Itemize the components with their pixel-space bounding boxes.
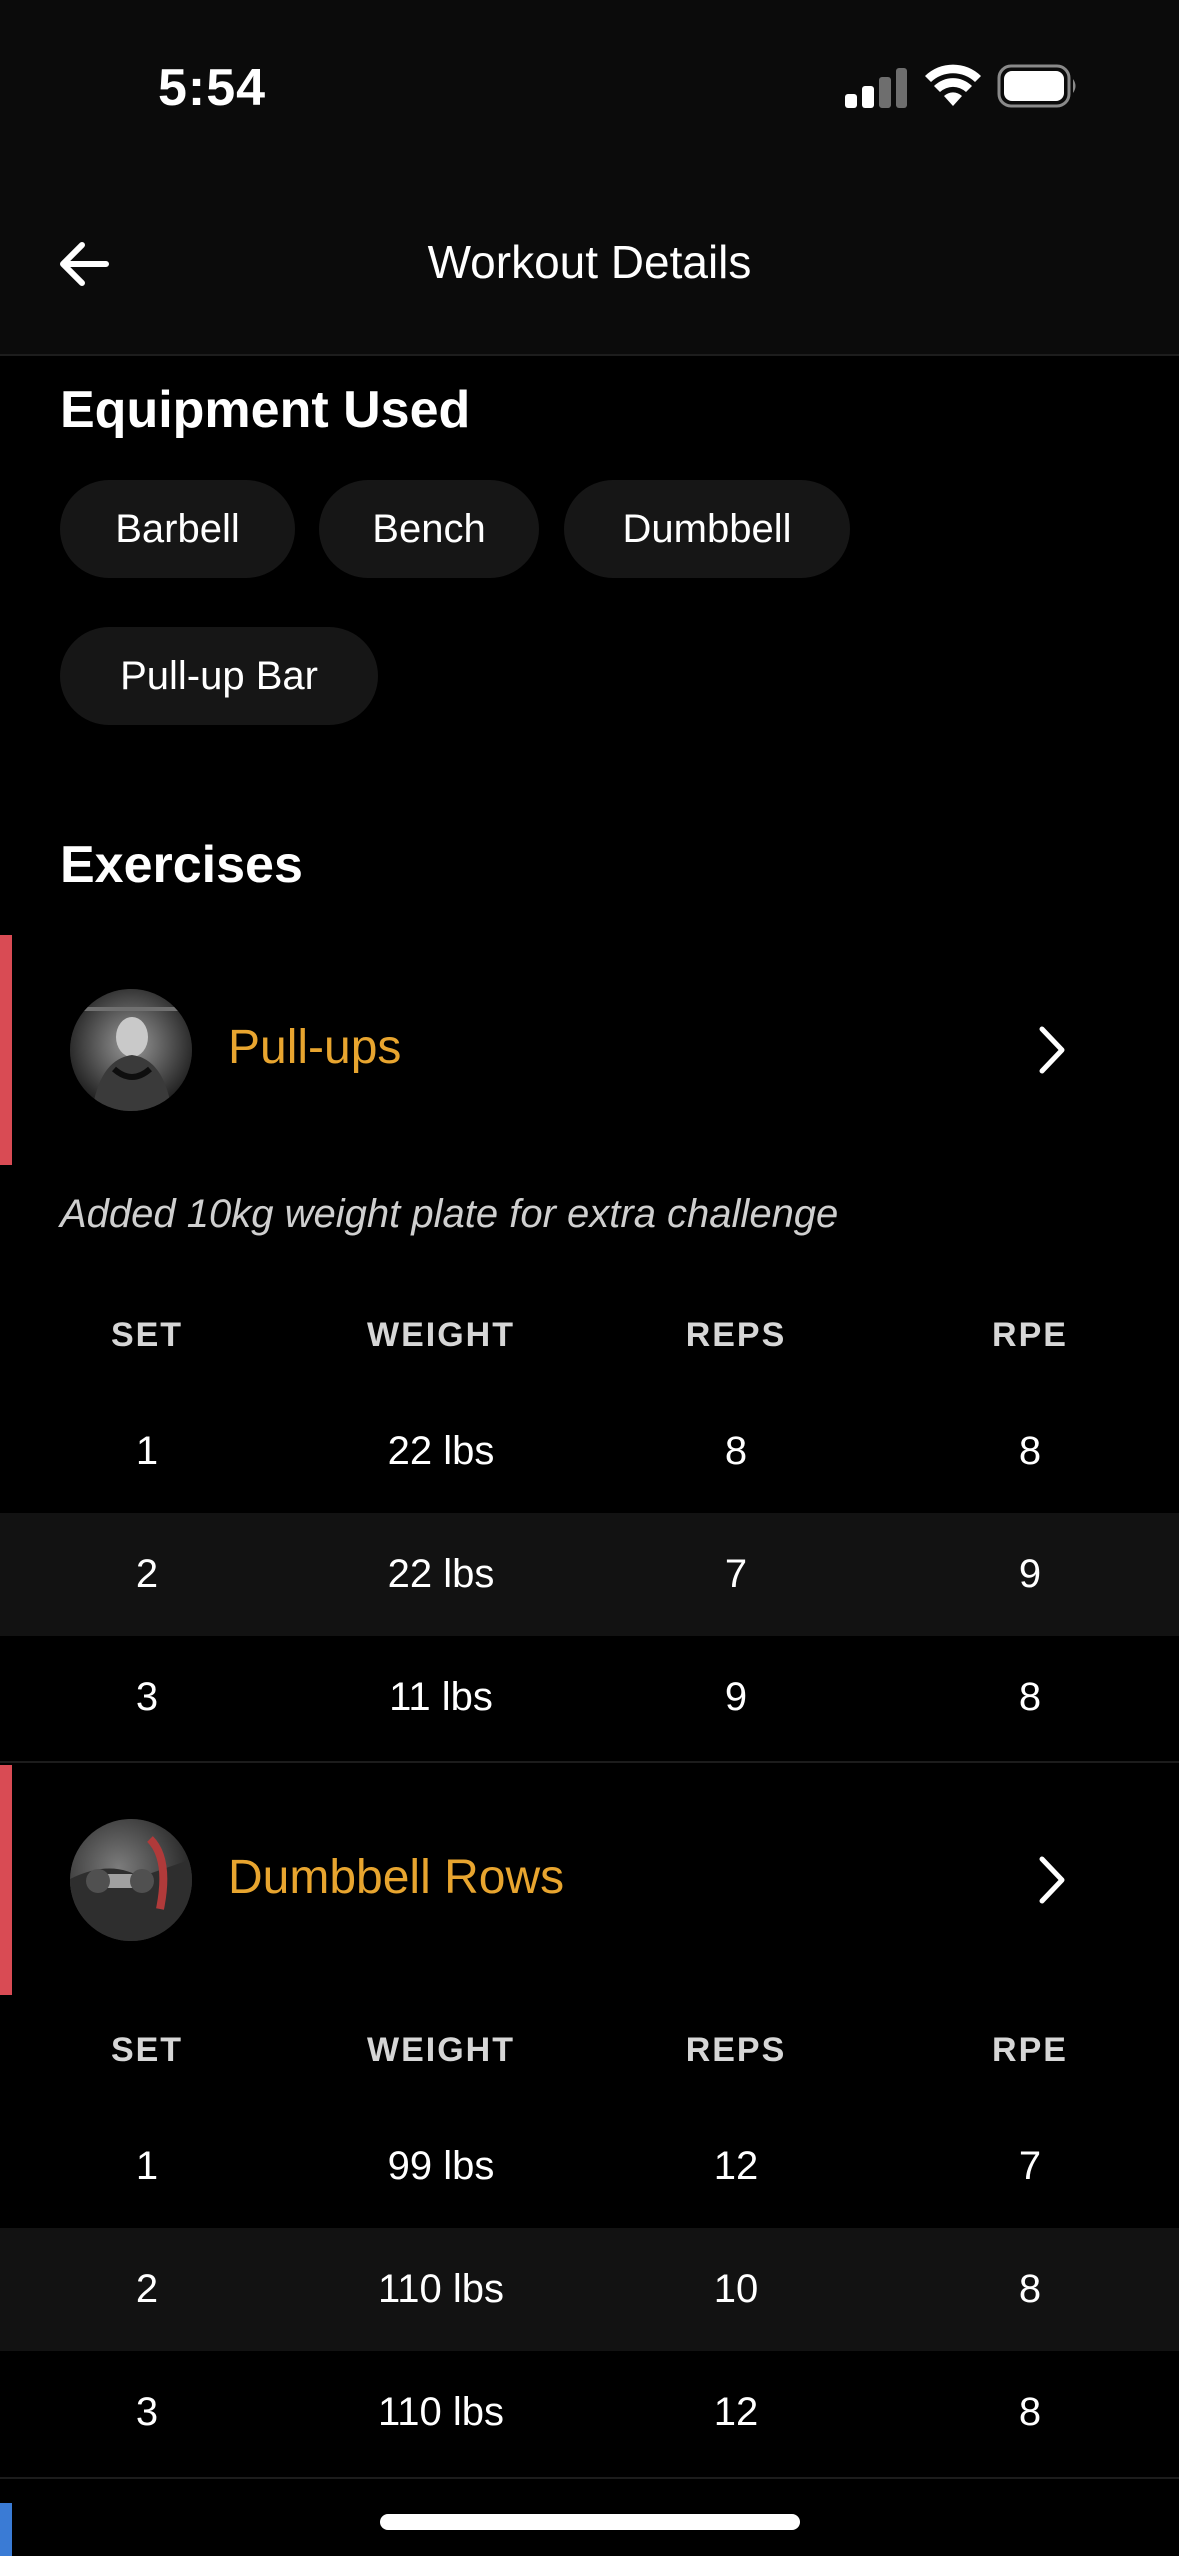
equipment-chip[interactable]: Dumbbell: [564, 480, 850, 578]
cell-set: 3: [135, 2390, 159, 2434]
cell-reps: 12: [713, 2390, 759, 2434]
exercise-row-pull-ups[interactable]: Pull-ups: [0, 935, 1179, 1165]
cell-set: 2: [135, 1552, 159, 1596]
status-bar: 5:54: [0, 0, 1179, 180]
cell-rpe: 8: [1018, 2390, 1042, 2434]
exercise-thumbnail: [70, 1819, 192, 1941]
cell-rpe: 8: [1018, 1675, 1042, 1719]
next-exercise-accent-bar: [0, 2503, 12, 2556]
nav-header: Workout Details: [0, 180, 1179, 356]
cell-rpe: 8: [1018, 1429, 1042, 1473]
exercise-accent-bar: [0, 935, 12, 1165]
equipment-chip[interactable]: Bench: [319, 480, 539, 578]
column-header-weight: WEIGHT: [367, 2030, 515, 2069]
equipment-chip[interactable]: Pull-up Bar: [60, 627, 378, 725]
divider: [0, 2477, 1179, 2479]
cell-set: 3: [135, 1675, 159, 1719]
cell-weight: 22 lbs: [387, 1429, 495, 1473]
cell-weight: 110 lbs: [377, 2390, 504, 2434]
page-title: Workout Details: [427, 236, 752, 288]
column-header-reps: REPS: [685, 2030, 787, 2069]
cell-rpe: 9: [1018, 1552, 1042, 1596]
home-indicator[interactable]: [380, 2514, 800, 2530]
column-header-rpe: RPE: [992, 2030, 1068, 2069]
cell-set: 2: [135, 2267, 159, 2311]
status-time: 5:54: [158, 59, 267, 117]
table-header-row: SET WEIGHT REPS RPE: [0, 1995, 1179, 2105]
cell-weight: 99 lbs: [387, 2144, 495, 2188]
equipment-chip[interactable]: Barbell: [60, 480, 295, 578]
column-header-set: SET: [110, 1315, 184, 1354]
column-header-rpe: RPE: [992, 1315, 1068, 1354]
cell-reps: 8: [724, 1429, 748, 1473]
column-header-weight: WEIGHT: [367, 1315, 515, 1354]
set-table: SET WEIGHT REPS RPE 1 22 lbs 8 8 2 22 lb…: [0, 1280, 1179, 1759]
equipment-section-title: Equipment Used: [60, 381, 471, 439]
exercise-thumbnail: [70, 989, 192, 1111]
cell-weight: 22 lbs: [387, 1552, 495, 1596]
cell-weight: 11 lbs: [389, 1675, 493, 1719]
table-row: 2 22 lbs 7 9: [0, 1513, 1179, 1636]
exercise-name: Pull-ups: [228, 1021, 402, 1074]
table-row: 3 110 lbs 12 8: [0, 2351, 1179, 2474]
table-row: 1 99 lbs 12 7: [0, 2105, 1179, 2228]
signal-icon: [845, 68, 907, 108]
cell-weight: 110 lbs: [377, 2267, 504, 2311]
cell-reps: 10: [713, 2267, 759, 2311]
exercise-row-dumbbell-rows[interactable]: Dumbbell Rows: [0, 1765, 1179, 1995]
table-row: 2 110 lbs 10 8: [0, 2228, 1179, 2351]
chevron-right-icon: [1039, 1026, 1065, 1074]
table-header-row: SET WEIGHT REPS RPE: [0, 1280, 1179, 1390]
wifi-icon: [925, 64, 981, 106]
column-header-reps: REPS: [685, 1315, 787, 1354]
cell-set: 1: [135, 2144, 159, 2188]
exercises-section-title: Exercises: [60, 836, 303, 894]
column-header-set: SET: [110, 2030, 184, 2069]
table-row: 1 22 lbs 8 8: [0, 1390, 1179, 1513]
cell-set: 1: [135, 1429, 159, 1473]
cell-reps: 7: [724, 1552, 748, 1596]
cell-rpe: 8: [1018, 2267, 1042, 2311]
exercise-accent-bar: [0, 1765, 12, 1995]
battery-icon: [997, 64, 1076, 108]
cell-reps: 9: [724, 1675, 748, 1719]
table-row: 3 11 lbs 9 8: [0, 1636, 1179, 1759]
exercise-note: Added 10kg weight plate for extra challe…: [60, 1192, 839, 1236]
divider: [0, 1761, 1179, 1763]
chevron-right-icon: [1039, 1856, 1065, 1904]
set-table: SET WEIGHT REPS RPE 1 99 lbs 12 7 2 110 …: [0, 1995, 1179, 2474]
exercise-name: Dumbbell Rows: [228, 1851, 565, 1904]
cell-rpe: 7: [1018, 2144, 1042, 2188]
cell-reps: 12: [713, 2144, 759, 2188]
